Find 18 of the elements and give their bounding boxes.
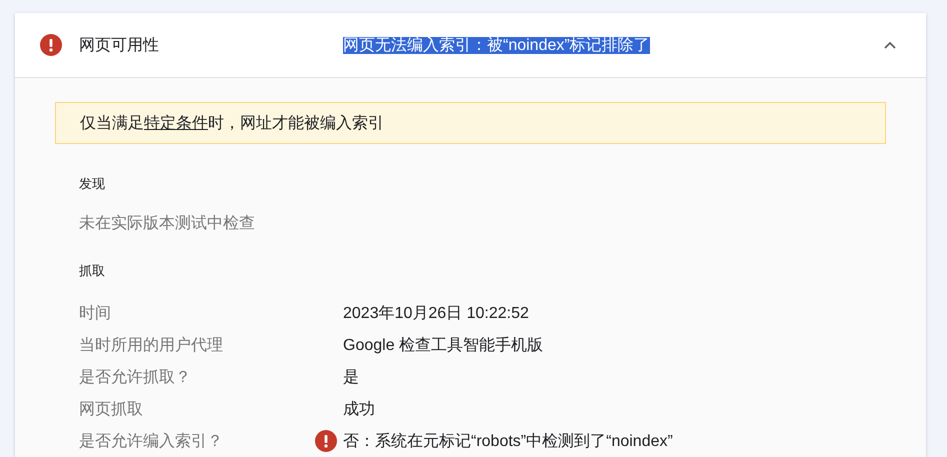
chevron-icon (884, 41, 896, 49)
field-label: 时间 (79, 304, 112, 324)
field-label: 是否允许抓取？ (79, 368, 192, 388)
field-label: 当时所用的用户代理 (79, 336, 224, 356)
field-value: 成功 (343, 400, 376, 420)
section-heading: 发现 (79, 175, 106, 193)
status-text: 网页无法编入索引：被“noindex”标记排除了 (343, 36, 650, 54)
field-label: 网页抓取 (79, 400, 144, 420)
section-title: 网页可用性 (79, 36, 160, 56)
section-heading: 抓取 (79, 262, 106, 280)
field-label: 是否允许编入索引？ (79, 432, 224, 452)
field-value: 2023年10月26日 10:22:52 (343, 304, 530, 324)
conditions-link[interactable]: 特定条件 (144, 114, 208, 132)
field-value: 否：系统在元标记“robots”中检测到了“noindex” (343, 432, 674, 452)
discovery-text: 未在实际版本测试中检查 (79, 214, 256, 234)
notice-text: 仅当满足特定条件时，网址才能被编入索引 (80, 114, 384, 134)
field-value: 是 (343, 368, 360, 388)
field-value: Google 检查工具智能手机版 (343, 336, 544, 356)
